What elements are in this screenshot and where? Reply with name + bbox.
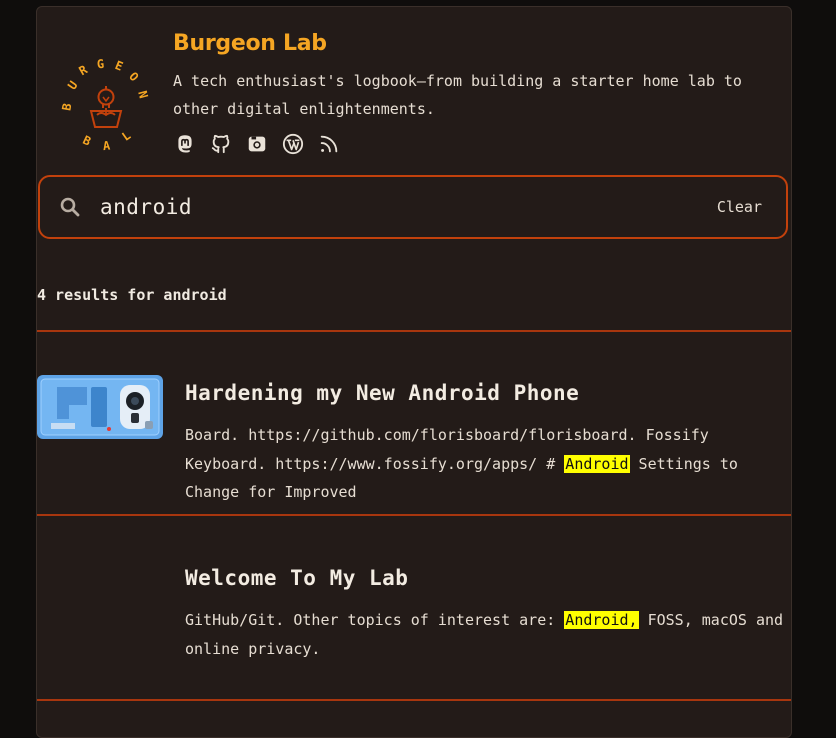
svg-text:R: R <box>77 62 91 78</box>
search-result: Hardening my New Android Phone Board. ht… <box>37 375 791 515</box>
content-panel: B U R G E O N L A B Burgeon Lab A tech e… <box>36 6 792 738</box>
svg-text:B: B <box>81 133 93 149</box>
svg-text:B: B <box>59 102 74 112</box>
svg-text:E: E <box>113 59 125 74</box>
divider <box>37 330 791 332</box>
result-title[interactable]: Welcome To My Lab <box>185 566 408 590</box>
camera-icon[interactable] <box>245 132 269 156</box>
divider <box>37 699 791 701</box>
result-excerpt: Board. https://github.com/florisboard/fl… <box>185 426 738 501</box>
rss-icon[interactable] <box>317 132 341 156</box>
svg-text:N: N <box>135 89 150 100</box>
mastodon-icon[interactable] <box>173 132 197 156</box>
result-thumbnail[interactable] <box>37 375 163 439</box>
wordpress-icon[interactable] <box>281 132 305 156</box>
search-result: Welcome To My Lab GitHub/Git. Other topi… <box>37 560 791 700</box>
svg-text:U: U <box>65 78 81 92</box>
svg-text:A: A <box>102 139 111 153</box>
search-icon <box>60 197 80 217</box>
site-tagline: A tech enthusiast's logbook—from buildin… <box>173 72 742 118</box>
svg-text:G: G <box>96 59 104 71</box>
search-input[interactable] <box>98 194 711 220</box>
svg-text:O: O <box>126 69 141 84</box>
search-highlight: Android <box>564 454 630 473</box>
search-box: Clear <box>38 175 788 239</box>
github-icon[interactable] <box>209 132 233 156</box>
clear-button[interactable]: Clear <box>711 197 768 217</box>
search-highlight: Android, <box>564 611 639 629</box>
divider <box>37 514 791 516</box>
result-title[interactable]: Hardening my New Android Phone <box>185 381 579 405</box>
svg-text:L: L <box>119 128 133 144</box>
social-links <box>173 132 341 156</box>
result-excerpt: GitHub/Git. Other topics of interest are… <box>185 611 784 658</box>
site-title[interactable]: Burgeon Lab <box>173 31 327 56</box>
results-count: 4 results for android <box>37 286 227 304</box>
burgeon-lab-logo[interactable]: B U R G E O N L A B <box>59 59 153 153</box>
